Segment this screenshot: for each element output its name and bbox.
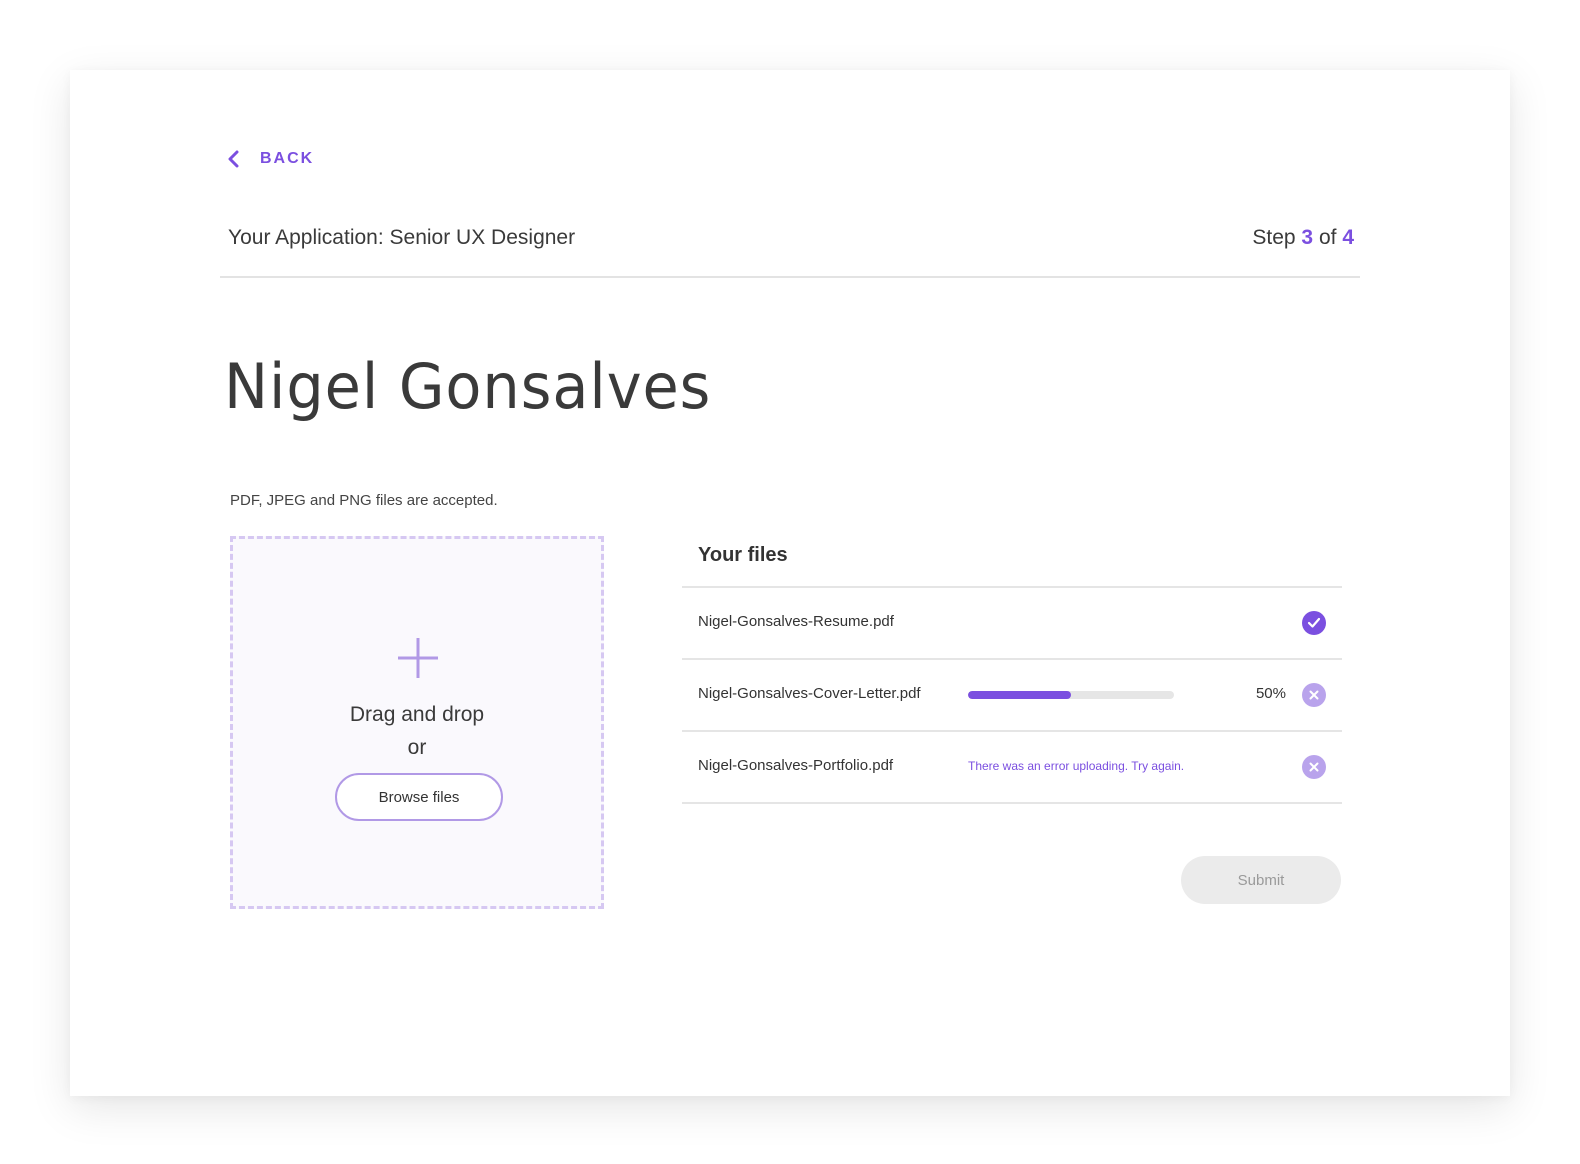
file-row-portfolio: Nigel-Gonsalves-Portfolio.pdf There was …: [682, 732, 1342, 804]
back-link[interactable]: BACK: [226, 150, 314, 168]
applicant-name: Nigel Gonsalves: [224, 350, 712, 423]
upload-progress-bar: [968, 691, 1174, 699]
files-panel: Your files Nigel-Gonsalves-Resume.pdf Ni…: [682, 536, 1342, 804]
upload-progress-label: 50%: [1255, 685, 1286, 702]
step-current: 3: [1301, 226, 1314, 249]
file-name: Nigel-Gonsalves-Portfolio.pdf: [698, 757, 894, 774]
submit-button[interactable]: Submit: [1181, 856, 1341, 904]
back-label: BACK: [260, 150, 315, 167]
close-circle-icon[interactable]: [1302, 683, 1326, 707]
step-of: of: [1318, 226, 1337, 249]
upload-error-message[interactable]: There was an error uploading. Try again.: [968, 759, 1184, 773]
step-indicator: Step 3 of 4: [1252, 226, 1354, 250]
file-row-resume: Nigel-Gonsalves-Resume.pdf: [682, 588, 1342, 660]
application-header: Your Application: Senior UX Designer Ste…: [220, 220, 1360, 278]
file-name: Nigel-Gonsalves-Cover-Letter.pdf: [698, 685, 921, 702]
step-prefix: Step: [1252, 226, 1296, 249]
step-total: 4: [1342, 226, 1354, 249]
application-card: BACK Your Application: Senior UX Designe…: [70, 70, 1510, 1096]
check-circle-icon: [1302, 611, 1326, 635]
file-dropzone[interactable]: Drag and drop or Browse files: [230, 536, 604, 909]
file-name: Nigel-Gonsalves-Resume.pdf: [698, 613, 894, 630]
files-title: Your files: [682, 536, 1342, 588]
accepted-formats-note: PDF, JPEG and PNG files are accepted.: [230, 492, 498, 509]
file-row-cover-letter: Nigel-Gonsalves-Cover-Letter.pdf 50%: [682, 660, 1342, 732]
drag-drop-text: Drag and drop: [349, 703, 485, 726]
upload-progress-fill: [968, 691, 1071, 699]
browse-files-button[interactable]: Browse files: [335, 773, 503, 821]
plus-icon: [398, 638, 438, 678]
close-circle-icon[interactable]: [1302, 755, 1326, 779]
application-title: Your Application: Senior UX Designer: [228, 226, 576, 249]
chevron-left-icon: [228, 150, 239, 168]
or-text: or: [407, 736, 427, 759]
